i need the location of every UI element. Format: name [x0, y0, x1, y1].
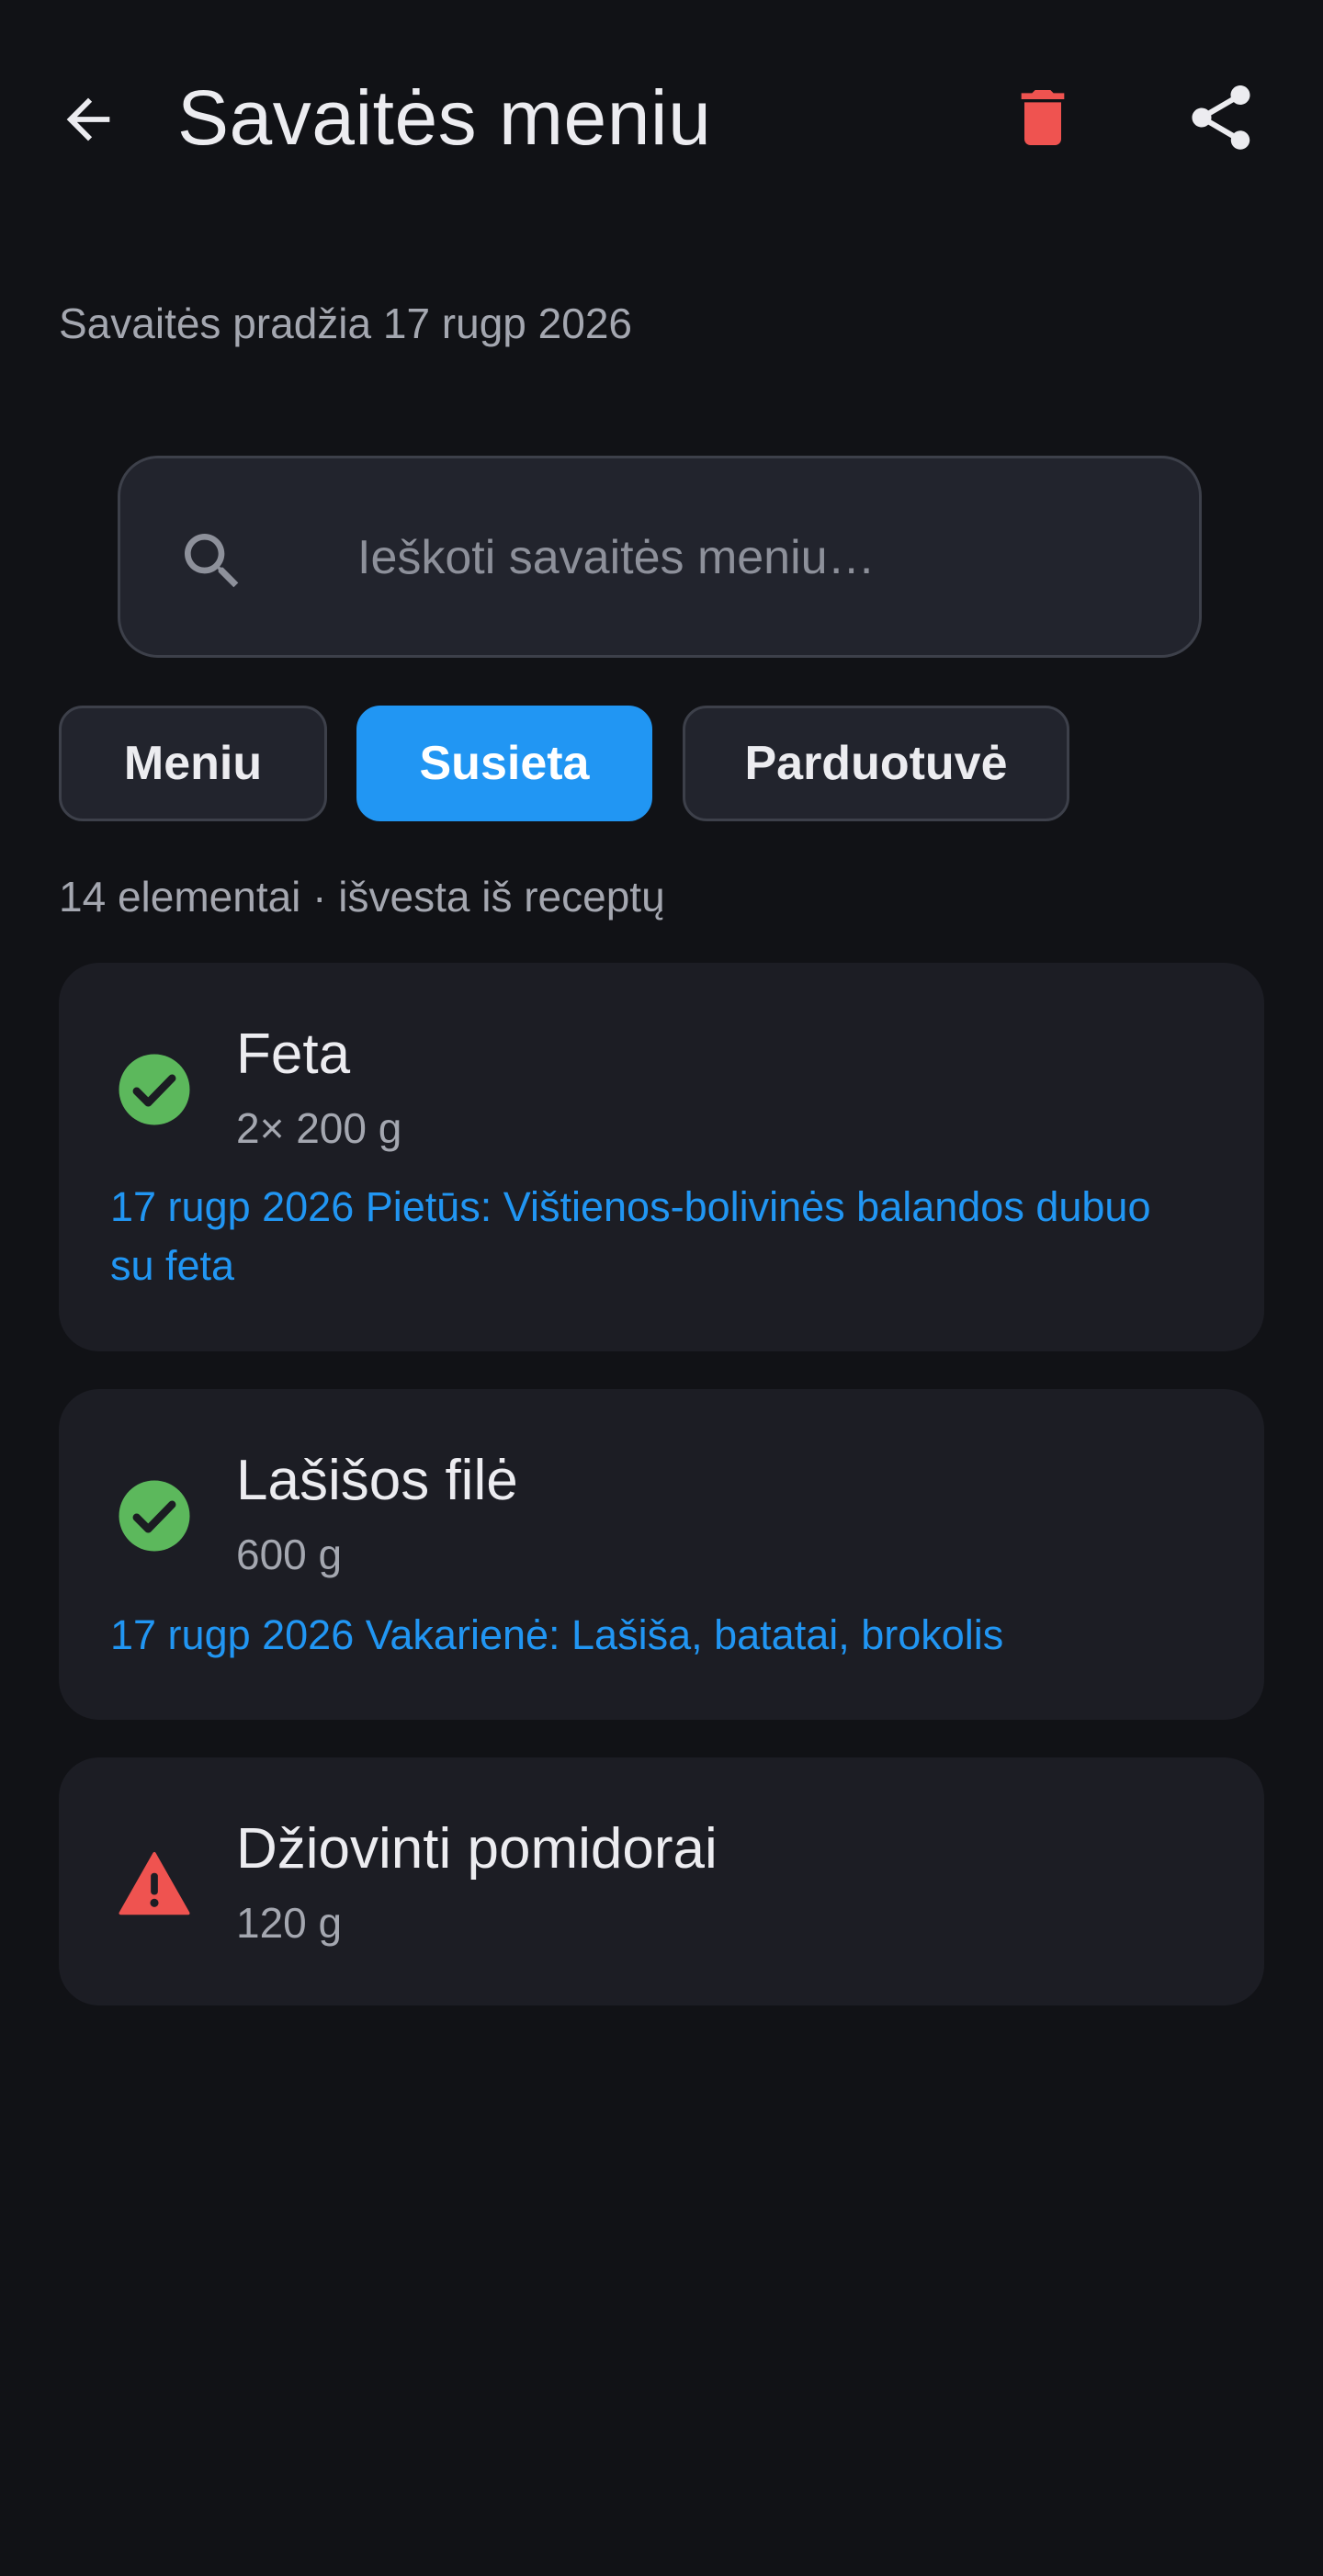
check-circle-icon	[119, 1054, 190, 1125]
items-summary: 14 elementai · išvesta iš receptų	[59, 873, 665, 921]
delete-button[interactable]	[1006, 81, 1080, 154]
search-box[interactable]	[118, 456, 1202, 658]
page-title: Savaitės meniu	[177, 74, 712, 161]
trash-icon	[1021, 90, 1065, 145]
list-item[interactable]: Feta 2× 200 g 17 rugp 2026 Pietūs: Višti…	[59, 963, 1264, 1351]
item-name: Džiovinti pomidorai	[236, 1817, 718, 1881]
search-input[interactable]	[357, 514, 1148, 602]
item-quantity: 120 g	[236, 1899, 343, 1947]
list-item[interactable]: Džiovinti pomidorai 120 g	[59, 1757, 1264, 2005]
item-quantity: 600 g	[236, 1531, 343, 1578]
week-start-label: Savaitės pradžia 17 rugp 2026	[59, 299, 632, 347]
share-button[interactable]	[1182, 79, 1260, 156]
item-name: Feta	[236, 1022, 351, 1086]
search-icon	[185, 534, 239, 588]
tab-linked[interactable]: Susieta	[356, 706, 652, 821]
tab-menu[interactable]: Meniu	[59, 706, 327, 821]
recipe-link[interactable]: 17 rugp 2026 Vakarienė: Lašiša, batatai,…	[110, 1606, 1194, 1665]
tab-shop[interactable]: Parduotuvė	[683, 706, 1069, 821]
arrow-left-icon	[66, 97, 110, 141]
app-bar: Savaitės meniu	[0, 0, 1323, 239]
warning-icon	[119, 1852, 190, 1915]
list-item[interactable]: Lašišos filė 600 g 17 rugp 2026 Vakarien…	[59, 1389, 1264, 1720]
item-name: Lašišos filė	[236, 1449, 518, 1512]
recipe-link[interactable]: 17 rugp 2026 Pietūs: Vištienos-bolivinės…	[110, 1178, 1194, 1295]
item-quantity: 2× 200 g	[236, 1104, 402, 1152]
back-button[interactable]	[51, 83, 125, 156]
share-icon	[1192, 85, 1250, 150]
check-circle-icon	[119, 1480, 190, 1552]
